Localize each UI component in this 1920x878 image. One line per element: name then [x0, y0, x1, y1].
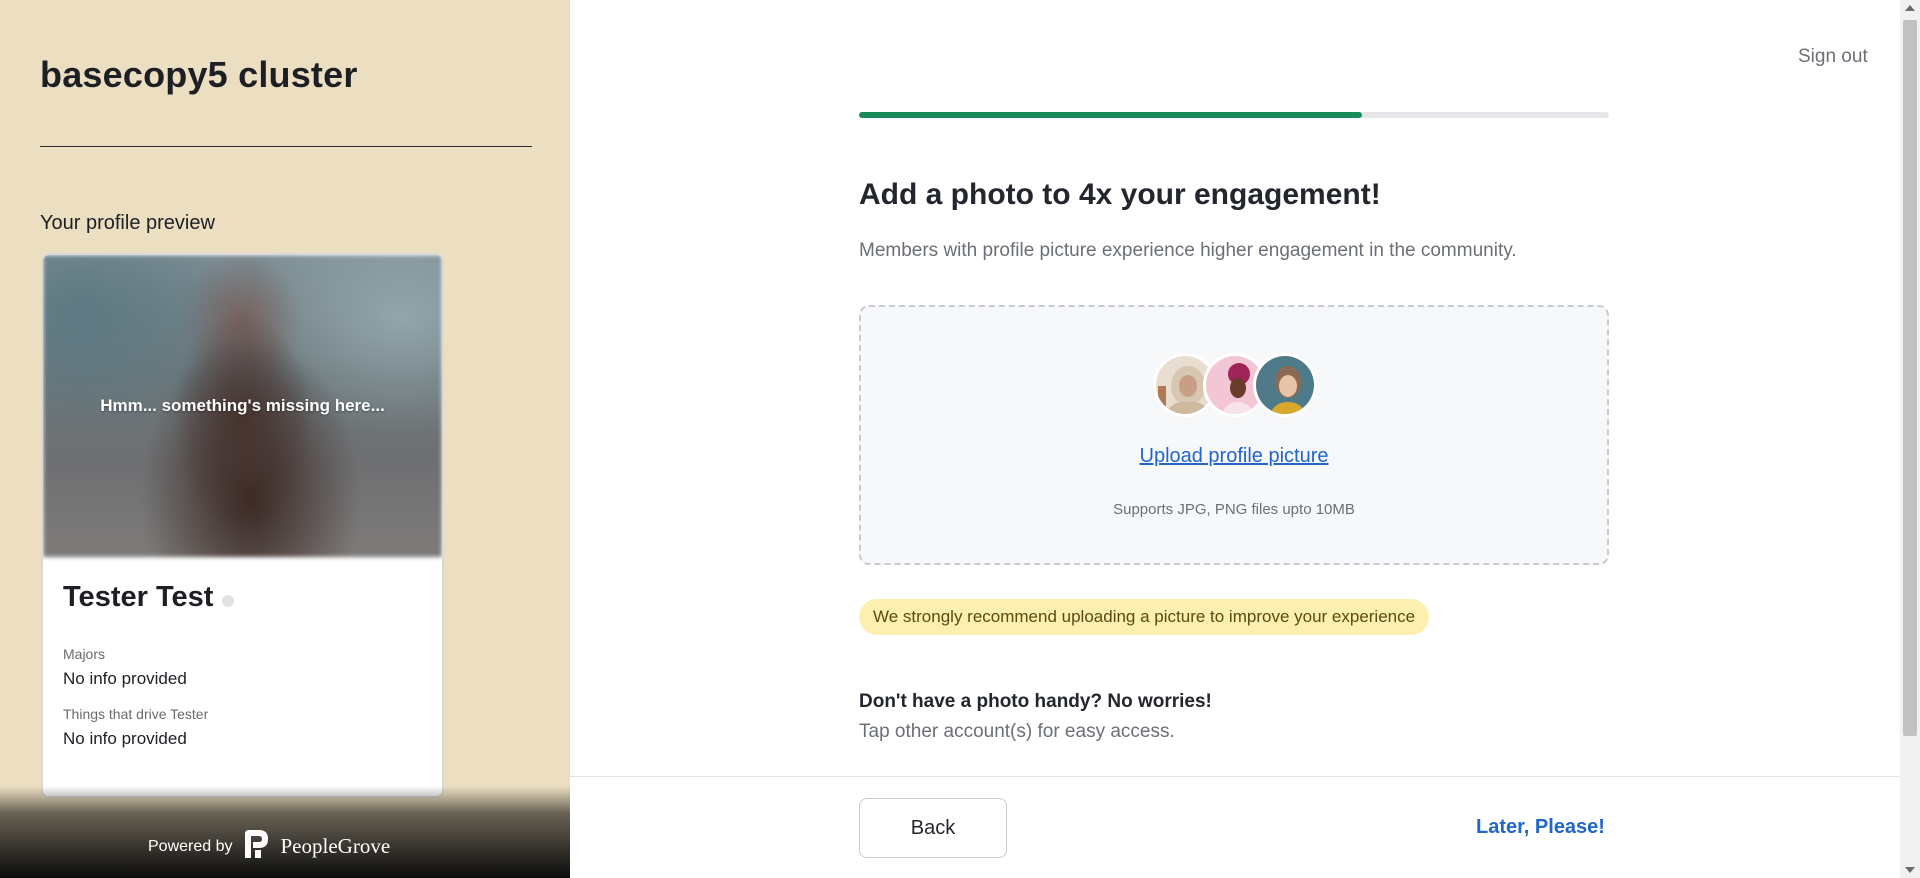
profile-preview-card: Hmm... something's missing here... Teste…: [41, 253, 444, 798]
page-scrollbar[interactable]: [1900, 0, 1920, 878]
photo-placeholder-text: Hmm... something's missing here...: [100, 396, 385, 415]
supported-formats-text: Supports JPG, PNG files upto 10MB: [1113, 501, 1355, 518]
later-please-button[interactable]: Later, Please!: [1476, 816, 1605, 839]
no-photo-subtext: Tap other account(s) for easy access.: [859, 721, 1175, 742]
brand-name: PeopleGrove: [280, 834, 391, 858]
no-photo-heading: Don't have a photo handy? No worries!: [859, 691, 1212, 712]
profile-preview-label: Your profile preview: [40, 212, 215, 234]
scrollbar-thumb[interactable]: [1903, 20, 1917, 736]
profile-name: Tester Test: [63, 581, 214, 613]
field-value-drive: No info provided: [63, 729, 187, 748]
powered-by: Powered by PeopleGrove: [148, 828, 390, 865]
powered-by-footer: Powered by PeopleGrove: [0, 786, 570, 878]
upload-profile-picture-link[interactable]: Upload profile picture: [861, 445, 1607, 468]
divider: [40, 146, 532, 147]
scroll-up-arrow-icon[interactable]: [1905, 5, 1915, 11]
photo-upload-dropzone[interactable]: Upload profile picture Supports JPG, PNG…: [859, 305, 1609, 565]
page-title: Add a photo to 4x your engagement!: [859, 178, 1381, 211]
progress-bar-fill: [859, 112, 1362, 118]
status-dot: [222, 595, 234, 607]
recommendation-badge: We strongly recommend uploading a pictur…: [859, 599, 1430, 635]
cluster-title: basecopy5 cluster: [40, 54, 358, 95]
back-button[interactable]: Back: [859, 798, 1007, 858]
powered-by-text: Powered by: [148, 837, 233, 855]
example-avatars: [1153, 353, 1323, 417]
sign-out-link[interactable]: Sign out: [1798, 46, 1868, 68]
left-panel: basecopy5 cluster Your profile preview H…: [0, 0, 570, 878]
progress-bar: [859, 112, 1609, 118]
field-value-majors: No info provided: [63, 669, 187, 688]
peoplegrove-logo-icon: [241, 828, 281, 865]
page-subtitle: Members with profile picture experience …: [859, 240, 1517, 261]
example-avatar-3: [1253, 353, 1317, 417]
field-label-majors: Majors: [63, 646, 106, 662]
scroll-down-arrow-icon[interactable]: [1905, 867, 1915, 873]
footer-divider: [570, 776, 1900, 777]
field-label-drive: Things that drive Tester: [63, 706, 209, 722]
